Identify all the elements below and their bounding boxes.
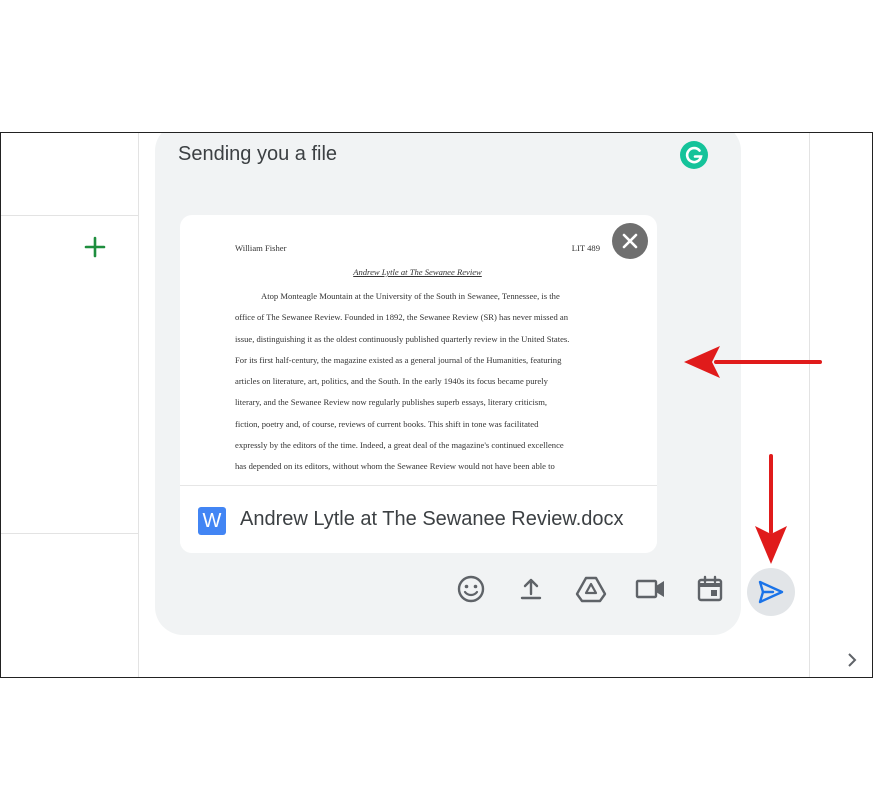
doc-line: Atop Monteagle Mountain at the Universit… [261,291,560,301]
doc-line: literary, and the Sewanee Review now reg… [235,397,548,408]
doc-line: articles on literature, art, politics, a… [235,376,548,387]
left-panel [1,133,139,677]
doc-line: fiction, poetry and, of course, reviews … [235,418,539,429]
divider [1,533,138,534]
doc-line: has depended on its editors, without who… [235,461,555,472]
upload-icon [520,578,542,600]
annotation-arrow-left-icon [684,346,822,378]
remove-attachment-button[interactable] [612,223,648,259]
doc-line: office of The Sewanee Review. Founded in… [235,312,568,323]
compose-box: Sending you a file William Fisher LIT 48… [155,133,795,635]
attachment-file-name: Andrew Lytle at The Sewanee Review.docx [240,508,624,530]
divider [809,133,810,677]
google-drive-button[interactable] [573,571,609,607]
upload-file-button[interactable] [513,571,549,607]
doc-line: For its first half-century, the magazine… [235,354,562,365]
annotation-arrow-down-icon [755,454,787,564]
attachment-file-row[interactable]: W Andrew Lytle at The Sewanee Review.doc… [180,485,657,553]
google-drive-icon [575,576,607,603]
attachment-card[interactable]: William Fisher LIT 489 Andrew Lytle at T… [180,215,657,553]
doc-title: Andrew Lytle at The Sewanee Review [353,267,482,277]
calendar-icon [697,575,723,602]
divider [1,215,138,216]
message-input[interactable]: Sending you a file [178,143,337,166]
doc-course: LIT 489 [571,243,600,253]
doc-author: William Fisher [235,243,287,253]
send-icon [758,580,784,604]
video-call-icon [635,579,664,599]
calendar-invite-button[interactable] [692,571,728,607]
doc-body: Atop Monteagle Mountain at the Universit… [235,286,600,478]
emoji-icon [457,575,485,603]
video-call-button[interactable] [633,571,669,607]
word-file-icon: W [198,507,226,535]
doc-line: expressly by the editors of the time. In… [235,440,564,451]
plus-icon[interactable] [83,235,107,259]
chat-window: Sending you a file William Fisher LIT 48… [0,132,873,678]
document-preview: William Fisher LIT 489 Andrew Lytle at T… [235,243,600,478]
emoji-button[interactable] [453,571,489,607]
grammarly-icon[interactable] [680,141,708,169]
send-button[interactable] [747,568,795,616]
close-icon [622,233,638,249]
chevron-right-icon[interactable] [843,651,861,669]
doc-line: issue, distinguishing it as the oldest c… [235,333,570,344]
